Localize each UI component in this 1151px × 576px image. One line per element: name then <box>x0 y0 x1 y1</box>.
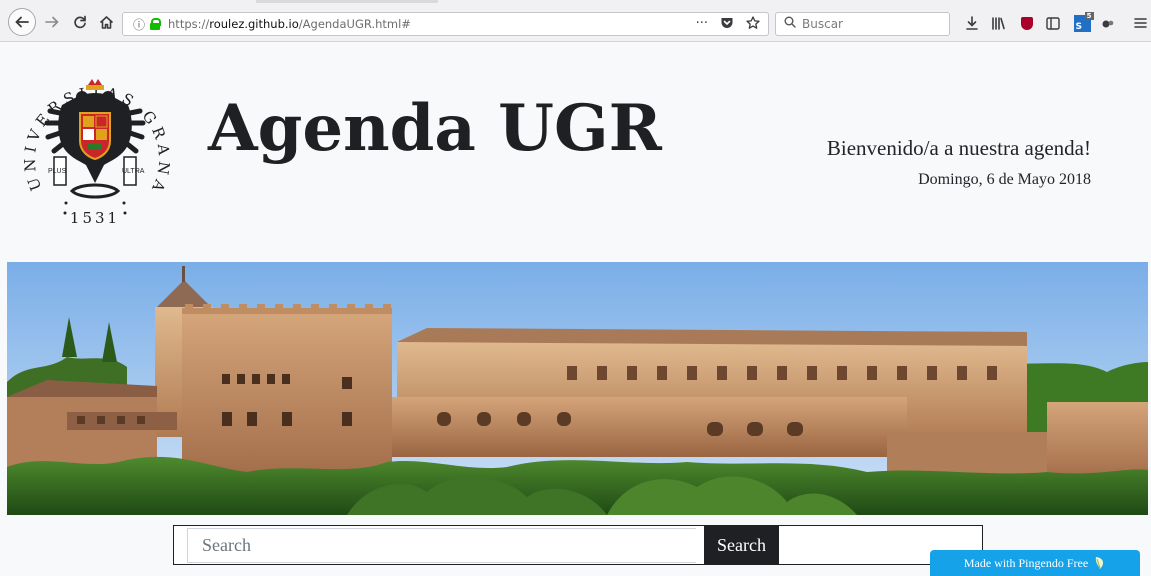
reload-icon <box>74 15 86 29</box>
home-button[interactable] <box>94 10 118 34</box>
svg-text:1531: 1531 <box>70 209 120 227</box>
ublock-button[interactable] <box>1017 13 1037 33</box>
extension-s-icon: S <box>1073 11 1094 32</box>
url-path: /AgendaUGR.html# <box>298 17 411 31</box>
extension-icon <box>1102 20 1114 28</box>
arrow-right-icon <box>45 16 59 28</box>
search-form: Search <box>173 525 983 565</box>
url-text: https://roulez.github.io/AgendaUGR.html# <box>168 17 411 31</box>
alhambra-banner-image <box>7 262 1148 515</box>
menu-button[interactable] <box>1130 13 1150 33</box>
search-input[interactable] <box>187 528 696 563</box>
back-button[interactable] <box>8 8 36 36</box>
ublock-shield-icon <box>1021 16 1033 30</box>
pingendo-badge[interactable]: Made with Pingendo Free <box>930 550 1140 576</box>
url-bar[interactable]: ⓘ https://roulez.github.io/AgendaUGR.htm… <box>122 12 769 36</box>
url-host: roulez.github.io <box>209 17 299 31</box>
forward-button[interactable] <box>40 10 64 34</box>
svg-text:PLUS: PLUS <box>48 168 67 175</box>
pingendo-leaf-icon <box>1095 557 1104 569</box>
site-header: UNIVERSITAS GRANATENSIS PLUS ULTRA <box>0 43 1151 262</box>
sidebar-icon <box>1046 16 1060 30</box>
extension-button[interactable] <box>1098 13 1118 33</box>
search-icon <box>784 16 796 32</box>
home-icon <box>99 15 113 29</box>
search-button[interactable]: Search <box>704 526 779 564</box>
url-scheme: https:// <box>168 17 210 31</box>
page-actions-button[interactable]: ··· <box>696 16 708 31</box>
sidebar-button[interactable] <box>1043 13 1063 33</box>
download-icon <box>966 16 978 30</box>
page-title: Agenda UGR <box>208 91 662 166</box>
browser-search-input[interactable] <box>802 17 942 31</box>
library-icon <box>991 17 1005 30</box>
page-content: UNIVERSITAS GRANATENSIS PLUS ULTRA <box>0 43 1151 576</box>
hamburger-icon <box>1133 18 1147 28</box>
svg-text:ULTRA: ULTRA <box>122 168 145 175</box>
tab-strip <box>256 0 438 3</box>
downloads-button[interactable] <box>962 13 982 33</box>
arrow-left-icon <box>15 16 29 28</box>
reload-button[interactable] <box>68 10 92 34</box>
browser-toolbar: ⓘ https://roulez.github.io/AgendaUGR.htm… <box>0 0 1151 42</box>
extension-s-button[interactable]: S <box>1072 11 1094 33</box>
lock-icon <box>150 18 162 30</box>
url-actions: ··· <box>696 16 760 31</box>
current-date: Domingo, 6 de Mayo 2018 <box>918 171 1091 188</box>
pingendo-badge-label: Made with Pingendo Free <box>963 555 1089 570</box>
ugr-seal-logo: UNIVERSITAS GRANATENSIS PLUS ULTRA <box>20 53 168 227</box>
pocket-icon[interactable] <box>720 16 734 30</box>
bookmark-star-icon[interactable] <box>746 16 760 30</box>
info-icon[interactable]: ⓘ <box>133 16 145 33</box>
library-button[interactable] <box>988 13 1008 33</box>
welcome-message: Bienvenido/a a nuestra agenda! <box>826 136 1091 160</box>
browser-search-bar[interactable] <box>775 12 950 36</box>
